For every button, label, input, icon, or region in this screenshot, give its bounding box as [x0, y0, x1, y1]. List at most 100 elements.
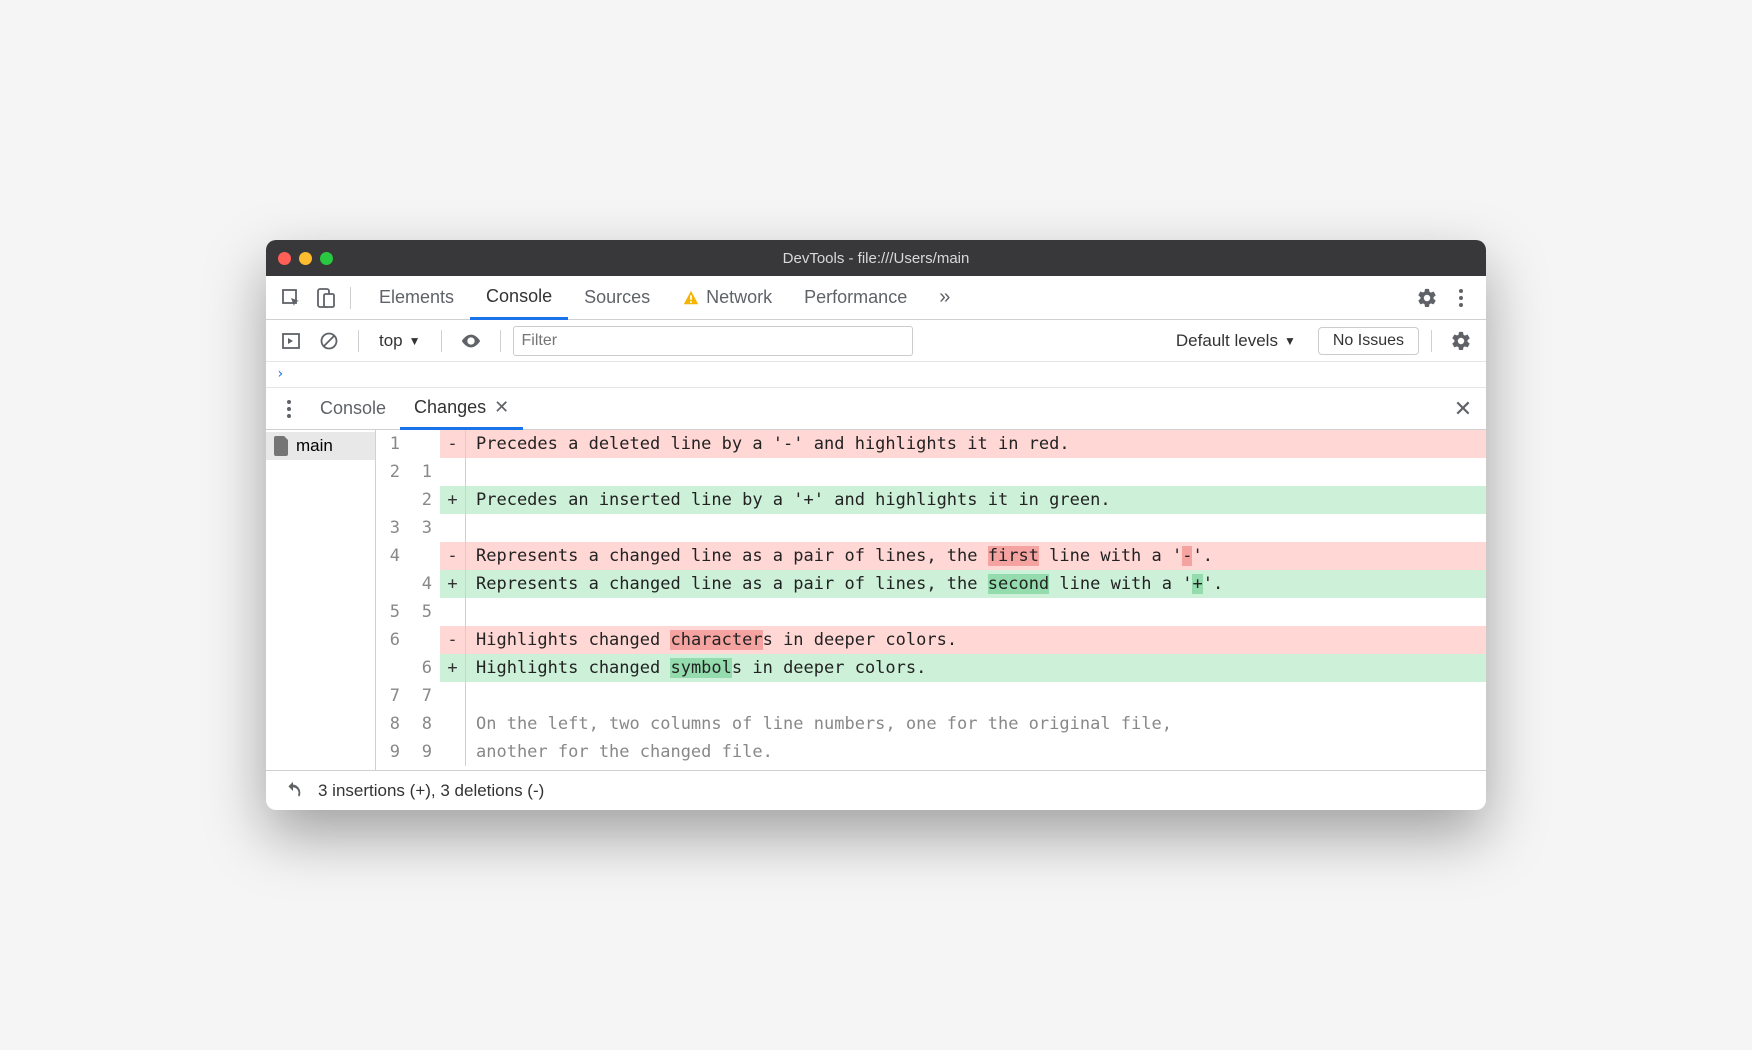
console-sidebar-toggle[interactable] [274, 324, 308, 358]
divider [441, 330, 442, 352]
diff-line: 4-Represents a changed line as a pair of… [376, 542, 1486, 570]
diff-code [466, 598, 1486, 626]
main-toolbar: Elements Console Sources Network Perform… [266, 276, 1486, 320]
execution-context-selector[interactable]: top ▼ [371, 327, 429, 355]
device-toolbar-button[interactable] [308, 281, 342, 315]
warning-icon [682, 289, 700, 307]
tab-performance[interactable]: Performance [788, 276, 923, 320]
tab-console[interactable]: Console [470, 276, 568, 320]
changes-file-list: main [266, 430, 376, 770]
diff-line: 1 -Precedes a deleted line by a '-' and h… [376, 430, 1486, 458]
line-number-original: 3 [376, 514, 408, 542]
diff-sign: - [440, 430, 466, 458]
console-filter-input[interactable] [513, 326, 913, 356]
diff-line: 33 [376, 514, 1486, 542]
diff-line: 2+Precedes an inserted line by a '+' and… [376, 486, 1486, 514]
chevron-down-icon: ▼ [1284, 334, 1296, 348]
line-number-original: 1 [376, 430, 408, 458]
line-number-original: 4 [376, 542, 408, 570]
window-title: DevTools - file:///Users/main [266, 250, 1486, 267]
drawer-tabs: Console Changes ✕ ✕ [266, 388, 1486, 430]
clear-icon [319, 331, 339, 351]
devtools-window: DevTools - file:///Users/main Elements C… [266, 240, 1486, 810]
diff-sign [440, 710, 466, 738]
line-number-original: 2 [376, 458, 408, 486]
diff-sign [440, 682, 466, 710]
line-number-original: 9 [376, 738, 408, 766]
diff-line: 4+Represents a changed line as a pair of… [376, 570, 1486, 598]
line-number-changed: 9 [408, 738, 440, 766]
line-number-original: 6 [376, 626, 408, 654]
sidebar-toggle-icon [281, 331, 301, 351]
divider [350, 287, 351, 309]
log-levels-selector[interactable]: Default levels ▼ [1166, 331, 1306, 351]
clear-console-button[interactable] [312, 324, 346, 358]
tab-sources[interactable]: Sources [568, 276, 666, 320]
window-zoom-button[interactable] [320, 252, 333, 265]
inspect-element-button[interactable] [274, 281, 308, 315]
changes-file-item[interactable]: main [266, 432, 375, 460]
drawer-tab-changes[interactable]: Changes ✕ [400, 388, 523, 430]
diff-code [466, 458, 1486, 486]
diff-code: Represents a changed line as a pair of l… [466, 570, 1486, 598]
inspect-icon [281, 288, 301, 308]
window-close-button[interactable] [278, 252, 291, 265]
line-number-changed: 3 [408, 514, 440, 542]
line-number-changed: 6 [408, 654, 440, 682]
eye-icon [460, 330, 482, 352]
diff-code: Precedes a deleted line by a '-' and hig… [466, 430, 1486, 458]
diff-line: 88On the left, two columns of line numbe… [376, 710, 1486, 738]
console-prompt[interactable]: › [266, 362, 1486, 388]
drawer-tab-console[interactable]: Console [306, 389, 400, 428]
diff-code: On the left, two columns of line numbers… [466, 710, 1486, 738]
titlebar: DevTools - file:///Users/main [266, 240, 1486, 276]
changes-footer: 3 insertions (+), 3 deletions (-) [266, 770, 1486, 810]
diff-code [466, 682, 1486, 710]
gear-icon [1416, 287, 1438, 309]
device-icon [315, 288, 335, 308]
line-number-changed: 5 [408, 598, 440, 626]
tab-network[interactable]: Network [666, 276, 788, 320]
diff-code: Represents a changed line as a pair of l… [466, 542, 1486, 570]
traffic-lights [278, 252, 333, 265]
live-expressions-button[interactable] [454, 324, 488, 358]
diff-line: 99 another for the changed file. [376, 738, 1486, 766]
diff-sign [440, 738, 466, 766]
divider [358, 330, 359, 352]
diff-line: 6-Highlights changed characters in deepe… [376, 626, 1486, 654]
diff-sign: - [440, 626, 466, 654]
more-options-button[interactable] [1444, 281, 1478, 315]
kebab-icon [1451, 281, 1471, 315]
kebab-icon [279, 392, 299, 426]
drawer-close-button[interactable]: ✕ [1446, 392, 1480, 426]
diff-line: 6+Highlights changed symbols in deeper c… [376, 654, 1486, 682]
diff-code: Precedes an inserted line by a '+' and h… [466, 486, 1486, 514]
line-number-changed: 1 [408, 458, 440, 486]
window-minimize-button[interactable] [299, 252, 312, 265]
diff-sign: + [440, 486, 466, 514]
drawer-more-button[interactable] [272, 392, 306, 426]
diff-sign: + [440, 570, 466, 598]
tab-more-tabs[interactable]: » [923, 276, 966, 320]
console-settings-button[interactable] [1444, 324, 1478, 358]
tab-elements[interactable]: Elements [363, 276, 470, 320]
diff-code [466, 514, 1486, 542]
divider [1431, 330, 1432, 352]
line-number-changed: 4 [408, 570, 440, 598]
diff-viewer[interactable]: 1-Precedes a deleted line by a '-' and h… [376, 430, 1486, 770]
line-number-original: 7 [376, 682, 408, 710]
close-tab-button[interactable]: ✕ [494, 397, 509, 418]
diff-code: Highlights changed symbols in deeper col… [466, 654, 1486, 682]
undo-icon [282, 780, 304, 802]
issues-button[interactable]: No Issues [1318, 327, 1419, 355]
line-number-changed: 8 [408, 710, 440, 738]
settings-button[interactable] [1410, 281, 1444, 315]
line-number-changed: 7 [408, 682, 440, 710]
diff-code: another for the changed file. [466, 738, 1486, 766]
line-number-original: 5 [376, 598, 408, 626]
console-toolbar: top ▼ Default levels ▼ No Issues [266, 320, 1486, 362]
revert-button[interactable] [282, 774, 304, 808]
diff-sign [440, 514, 466, 542]
chevron-down-icon: ▼ [409, 334, 421, 348]
line-number-changed: 2 [408, 486, 440, 514]
